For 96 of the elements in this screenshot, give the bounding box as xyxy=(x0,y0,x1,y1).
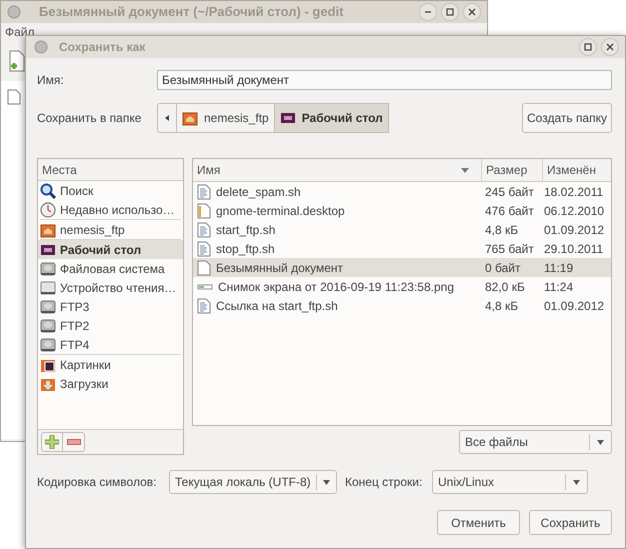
path-button[interactable]: nemesis_ftp xyxy=(177,103,275,133)
desktop-icon xyxy=(280,110,296,126)
window-icon xyxy=(7,5,21,19)
window-title: Безымянный документ (~/Рабочий стол) - gedit xyxy=(39,3,344,22)
add-button[interactable] xyxy=(41,432,63,452)
drive-icon xyxy=(40,298,56,314)
window-icon xyxy=(34,40,48,54)
file-name: delete_spam.sh xyxy=(216,184,301,200)
maximize-icon xyxy=(446,8,454,16)
file-row[interactable]: Снимок экрана от 2016-09-19 11:23:58.png 82,0 кБ 11:24 xyxy=(193,277,611,296)
file-date: 29.10.2011 xyxy=(544,242,604,256)
file-name: Безымянный документ xyxy=(216,260,344,276)
line-ending-dropdown[interactable]: Unix/Linux xyxy=(432,470,588,494)
left-arrow-icon xyxy=(165,115,169,121)
close-button[interactable] xyxy=(463,3,481,21)
file-date: 18.02.2011 xyxy=(544,184,604,198)
file-size: 82,0 кБ xyxy=(485,280,525,294)
column-header: Места xyxy=(42,162,77,178)
cancel-button[interactable]: Отменить xyxy=(437,510,520,535)
dropdown-arrow-icon xyxy=(573,480,580,484)
file-date: 01.09.2012 xyxy=(544,298,604,312)
new-document-icon xyxy=(9,50,25,72)
dropdown-arrow-icon xyxy=(597,440,604,444)
column-header[interactable]: Изменён xyxy=(542,159,611,181)
plus-icon xyxy=(45,435,59,449)
column-header[interactable]: Размер xyxy=(481,159,542,181)
file-size: 4,8 кБ xyxy=(485,222,518,236)
close-icon xyxy=(468,8,476,16)
file-row[interactable]: Безымянный документ 0 байт 11:19 xyxy=(193,258,611,277)
script-file-icon xyxy=(197,298,211,314)
minus-icon xyxy=(66,439,80,445)
places-item[interactable]: FTP3 xyxy=(38,297,183,316)
drive-icon xyxy=(40,336,56,352)
drive-icon xyxy=(40,318,56,334)
file-date: 11:24 xyxy=(544,280,574,294)
places-item[interactable]: Загрузки xyxy=(38,374,183,393)
script-file-icon xyxy=(197,240,211,256)
search-icon xyxy=(40,182,56,198)
file-name: stop_ftp.sh xyxy=(216,240,275,258)
remove-button[interactable] xyxy=(63,432,85,452)
file-date: 06.12.2010 xyxy=(544,204,604,218)
file-date: 11:19 xyxy=(544,260,574,274)
drive-icon xyxy=(40,260,56,276)
places-item[interactable]: FTP2 xyxy=(38,316,183,335)
maximize-button[interactable] xyxy=(441,3,459,21)
maximize-button[interactable] xyxy=(579,38,597,56)
places-item[interactable]: Недавно использо… xyxy=(38,200,183,219)
name-field[interactable]: Безымянный документ xyxy=(157,70,612,90)
close-button[interactable] xyxy=(601,38,619,56)
script-file-icon xyxy=(197,184,211,200)
file-row[interactable]: gnome-terminal.desktop 476 байт 06.12.2010 xyxy=(193,201,611,220)
file-size: 765 байт xyxy=(485,242,534,256)
file-filter-dropdown[interactable]: Все файлы xyxy=(459,430,612,454)
file-size: 4,8 кБ xyxy=(485,298,518,312)
file-row[interactable]: Ссылка на start_ftp.sh 4,8 кБ 01.09.2012 xyxy=(193,296,611,315)
file-size: 245 байт xyxy=(485,184,534,198)
home-folder-icon xyxy=(182,110,198,126)
create-folder-button[interactable]: Создать папку xyxy=(522,103,612,133)
places-item[interactable]: Файловая система xyxy=(38,259,183,278)
file-name: gnome-terminal.desktop xyxy=(216,202,345,220)
close-icon xyxy=(606,43,614,51)
document-icon xyxy=(7,89,21,105)
places-item[interactable]: Устройство чтения… xyxy=(38,278,183,297)
drive-icon xyxy=(40,280,56,296)
home-folder-icon xyxy=(40,222,56,238)
file-size: 0 байт xyxy=(485,260,520,274)
name-label: Имя: xyxy=(37,73,64,87)
save-button[interactable]: Сохранить xyxy=(529,510,612,535)
file-size: 476 байт xyxy=(485,204,534,218)
file-name: Ссылка на start_ftp.sh xyxy=(216,298,338,314)
places-item[interactable]: Рабочий стол xyxy=(38,240,183,259)
menu-item[interactable]: Файл xyxy=(5,23,35,41)
folder-label: Сохранить в папке xyxy=(37,111,142,125)
encoding-dropdown[interactable]: Текущая локаль (UTF-8) xyxy=(169,470,337,494)
script-file-icon xyxy=(197,222,211,238)
line-ending-label: Конец строки: xyxy=(345,474,424,491)
places-item[interactable]: Картинки xyxy=(38,355,183,374)
sort-arrow-icon xyxy=(461,168,469,172)
path-button[interactable]: Рабочий стол xyxy=(274,103,389,133)
file-row[interactable]: stop_ftp.sh 765 байт 29.10.2011 xyxy=(193,239,611,258)
launcher-file-icon xyxy=(197,202,211,218)
file-name: start_ftp.sh xyxy=(216,222,276,238)
column-header[interactable]: Имя xyxy=(193,159,481,181)
places-item[interactable]: FTP4 xyxy=(38,335,183,354)
dropdown-arrow-icon xyxy=(322,480,330,484)
maximize-icon xyxy=(584,43,592,51)
file-date: 01.09.2012 xyxy=(544,222,604,236)
encoding-label: Кодировка символов: xyxy=(37,474,158,491)
dialog-title: Сохранить как xyxy=(59,39,146,56)
document-icon xyxy=(197,260,211,276)
clock-icon xyxy=(40,202,56,218)
file-name: Снимок экрана от 2016-09-19 11:23:58.png xyxy=(218,278,454,296)
file-row[interactable]: delete_spam.sh 245 байт 18.02.2011 xyxy=(193,182,611,201)
file-row[interactable]: start_ftp.sh 4,8 кБ 01.09.2012 xyxy=(193,220,611,239)
places-item[interactable]: nemesis_ftp xyxy=(38,220,183,239)
places-item[interactable]: Поиск xyxy=(38,181,183,200)
